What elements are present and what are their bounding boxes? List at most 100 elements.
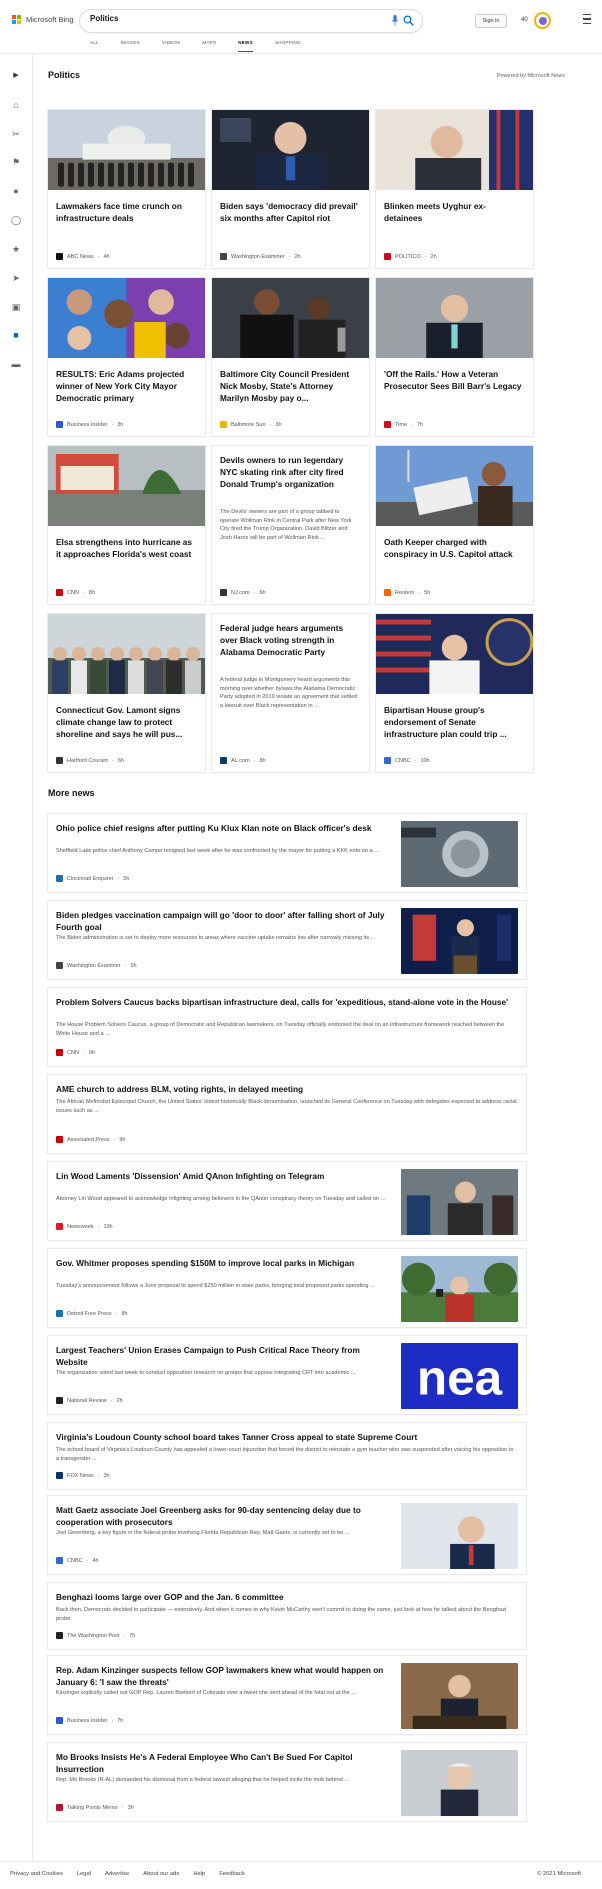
news-card-barr[interactable]: 'Off the Rails.' How a Veteran Prosecuto… [376, 278, 533, 436]
footer-link-about-our-ads[interactable]: About our ads [143, 1871, 179, 1877]
news-list-item[interactable]: Lin Wood Laments 'Dissension' Amid QAnon… [48, 1162, 526, 1240]
footer-link-privacy-and-cookies[interactable]: Privacy and Cookies [10, 1871, 63, 1877]
news-item-title[interactable]: Virginia's Loudoun County school board t… [56, 1431, 518, 1443]
news-card-title[interactable]: 'Off the Rails.' How a Veteran Prosecuto… [384, 368, 524, 392]
news-card-source[interactable]: POLITICO · 2h [384, 253, 437, 260]
news-card-source[interactable]: Business Insider · 3h [56, 421, 123, 428]
news-card-devils[interactable]: Devils owners to run legendary NYC skati… [212, 446, 369, 604]
globe-icon[interactable]: ◯ [10, 214, 22, 226]
rewards-points[interactable]: 40 [521, 17, 528, 23]
news-card-blinken[interactable]: Blinken meets Uyghur ex-detainees POLITIC… [376, 110, 533, 268]
bing-logo[interactable]: Microsoft Bing [12, 15, 74, 24]
news-card-title[interactable]: Connecticut Gov. Lamont signs climate ch… [56, 704, 196, 740]
news-item-source[interactable]: Detroit Free Press · 8h [56, 1310, 128, 1317]
news-item-title[interactable]: Matt Gaetz associate Joel Greenberg asks… [56, 1504, 386, 1528]
home-icon[interactable]: ⌂ [10, 99, 22, 111]
sign-in-button[interactable]: Sign in [475, 14, 507, 28]
footer-link-help[interactable]: Help [193, 1871, 205, 1877]
news-card-image[interactable] [48, 446, 205, 526]
scissors-icon[interactable]: ✂ [10, 128, 22, 140]
footer-link-feedback[interactable]: Feedback [219, 1871, 244, 1877]
news-card-title[interactable]: Biden says 'democracy did prevail' six m… [220, 200, 360, 224]
news-card-image[interactable] [212, 110, 369, 190]
news-item-title[interactable]: Gov. Whitmer proposes spending $150M to … [56, 1257, 386, 1269]
news-list-item[interactable]: Virginia's Loudoun County school board t… [48, 1423, 526, 1489]
news-card-source[interactable]: ABC News · 4h [56, 253, 110, 260]
hamburger-menu-icon[interactable] [583, 14, 591, 24]
news-list-item[interactable]: Problem Solvers Caucus backs bipartisan … [48, 988, 526, 1066]
news-card-title[interactable]: RESULTS: Eric Adams projected winner of … [56, 368, 196, 404]
news-item-source[interactable]: Washington Examiner · 5h [56, 962, 137, 969]
news-item-thumbnail[interactable] [401, 1169, 518, 1235]
card-icon[interactable]: ▬ [10, 358, 22, 370]
news-card-source[interactable]: Hartford Courant · 6h [56, 757, 124, 764]
footer-link-advertise[interactable]: Advertise [105, 1871, 129, 1877]
news-card-source[interactable]: NJ.com · 6h [220, 589, 266, 596]
tab-videos[interactable]: VIDEOS [162, 40, 181, 49]
news-card-alabama[interactable]: Federal judge hears arguments over Black… [212, 614, 369, 772]
news-card-image[interactable] [212, 278, 369, 358]
news-card-source[interactable]: Baltimore Sun · 3h [220, 421, 282, 428]
powered-by-label[interactable]: Powered by Microsoft News [497, 73, 565, 79]
news-item-source[interactable]: Associated Press · 9h [56, 1136, 125, 1143]
search-box[interactable]: Politics [80, 10, 422, 32]
footer-link-legal[interactable]: Legal [77, 1871, 91, 1877]
tab-images[interactable]: IMAGES [121, 40, 140, 49]
tab-news[interactable]: NEWS [238, 40, 253, 52]
news-item-title[interactable]: Largest Teachers' Union Erases Campaign … [56, 1344, 386, 1368]
news-card-source[interactable]: Washington Examiner · 2h [220, 253, 301, 260]
news-item-source[interactable]: Cincinnati Enquirer · 5h [56, 875, 129, 882]
news-card-title[interactable]: Devils owners to run legendary NYC skati… [220, 454, 360, 490]
rocket-icon[interactable]: ➤ [10, 272, 22, 284]
news-item-source[interactable]: Talking Points Memo · 3h [56, 1804, 134, 1811]
location-icon[interactable]: ● [10, 185, 22, 197]
news-list-item[interactable]: Biden pledges vaccination campaign will … [48, 901, 526, 979]
news-card-title[interactable]: Bipartisan House group's endorsement of … [384, 704, 524, 740]
news-item-title[interactable]: Benghazi looms large over GOP and the Ja… [56, 1591, 518, 1603]
search-input[interactable]: Politics [90, 14, 118, 23]
news-card-image[interactable] [376, 446, 533, 526]
politics-icon[interactable]: ■ [10, 329, 22, 341]
news-item-title[interactable]: Rep. Adam Kinzinger suspects fellow GOP … [56, 1664, 386, 1688]
news-card-title[interactable]: Elsa strengthens into hurricane as it ap… [56, 536, 196, 560]
news-list-item[interactable]: Largest Teachers' Union Erases Campaign … [48, 1336, 526, 1414]
news-card-title[interactable]: Blinken meets Uyghur ex-detainees [384, 200, 524, 224]
trophy-icon[interactable]: ★ [10, 243, 22, 255]
news-item-thumbnail[interactable] [401, 908, 518, 974]
news-item-title[interactable]: Mo Brooks Insists He's A Federal Employe… [56, 1751, 386, 1775]
video-icon[interactable]: ▣ [10, 301, 22, 313]
news-card-title[interactable]: Baltimore City Council President Nick Mo… [220, 368, 360, 404]
news-item-title[interactable]: Lin Wood Laments 'Dissension' Amid QAnon… [56, 1170, 386, 1182]
rewards-medal-icon[interactable] [534, 12, 551, 29]
news-card-pelosi[interactable]: Bipartisan House group's endorsement of … [376, 614, 533, 772]
news-item-thumbnail[interactable] [401, 1663, 518, 1729]
news-card-source[interactable]: Reuters · 5h [384, 589, 430, 596]
news-card-image[interactable] [48, 110, 205, 190]
news-card-title[interactable]: Federal judge hears arguments over Black… [220, 622, 360, 658]
news-card-image[interactable] [376, 110, 533, 190]
news-list-item[interactable]: Matt Gaetz associate Joel Greenberg asks… [48, 1496, 526, 1574]
news-card-biden[interactable]: Biden says 'democracy did prevail' six m… [212, 110, 369, 268]
news-card-adams[interactable]: RESULTS: Eric Adams projected winner of … [48, 278, 205, 436]
expand-icon[interactable]: ▶ [10, 69, 22, 81]
news-list-item[interactable]: Rep. Adam Kinzinger suspects fellow GOP … [48, 1656, 526, 1734]
news-list-item[interactable]: AME church to address BLM, voting rights… [48, 1075, 526, 1153]
news-list-item[interactable]: Mo Brooks Insists He's A Federal Employe… [48, 1743, 526, 1821]
news-item-source[interactable]: The Washington Post · 7h [56, 1632, 135, 1639]
news-item-title[interactable]: Problem Solvers Caucus backs bipartisan … [56, 996, 518, 1008]
news-item-source[interactable]: CNBC · 4h [56, 1557, 99, 1564]
news-item-thumbnail[interactable] [401, 1750, 518, 1816]
news-item-source[interactable]: Newsweek · 10h [56, 1223, 113, 1230]
news-card-title[interactable]: Lawmakers face time crunch on infrastruc… [56, 200, 196, 224]
news-item-thumbnail[interactable] [401, 1503, 518, 1569]
news-card-image[interactable] [48, 278, 205, 358]
search-icon[interactable] [403, 15, 414, 26]
news-card-image[interactable] [376, 278, 533, 358]
news-card-mosby[interactable]: Baltimore City Council President Nick Mo… [212, 278, 369, 436]
news-card-oath-keeper[interactable]: Oath Keeper charged with conspiracy in U… [376, 446, 533, 604]
news-card-title[interactable]: Oath Keeper charged with conspiracy in U… [384, 536, 524, 560]
news-card-capitol[interactable]: Lawmakers face time crunch on infrastruc… [48, 110, 205, 268]
news-card-image[interactable] [376, 614, 533, 694]
news-item-source[interactable]: National Review · 2h [56, 1397, 123, 1404]
news-item-thumbnail[interactable] [401, 821, 518, 887]
